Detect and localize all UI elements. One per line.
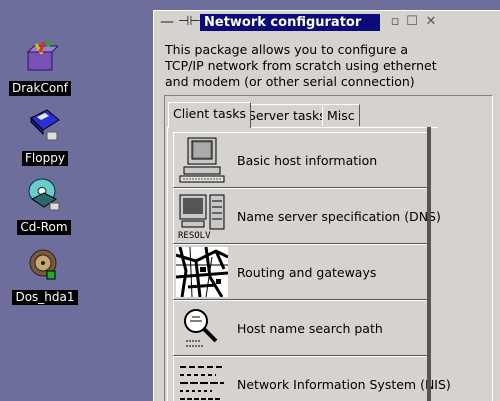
tab-server-tasks[interactable]: Server tasks — [243, 104, 331, 126]
desktop-icon-cdrom[interactable]: Cd-Rom — [9, 177, 79, 235]
harddisk-icon — [27, 247, 63, 283]
task-label: Network Information System (NIS) — [237, 377, 451, 392]
desktop-icon-drakconf[interactable]: DrakConf — [5, 38, 75, 96]
intro-text: This package allows you to configure a T… — [165, 42, 495, 90]
window-menu-icon[interactable]: — — [160, 14, 174, 30]
task-host-name-search-path[interactable]: Host name search path — [173, 300, 429, 356]
desktop-icon-label: Floppy — [22, 151, 68, 166]
intro-line: and modem (or other serial connection) — [165, 74, 415, 89]
map-icon — [175, 246, 229, 298]
title-bar[interactable]: — ⊣⊢ Network configurator ▫ ☐ ✕ — [154, 11, 500, 35]
cdrom-icon — [26, 177, 62, 213]
floppy-icon — [27, 108, 63, 144]
task-label: Basic host information — [237, 153, 378, 168]
network-configurator-window: — ⊣⊢ Network configurator ▫ ☐ ✕ This pac… — [153, 10, 500, 401]
task-label: Routing and gateways — [237, 265, 377, 280]
task-nis[interactable]: Network Information System (NIS) — [173, 356, 451, 401]
task-routing-and-gateways[interactable]: Routing and gateways — [173, 244, 429, 300]
intro-line: TCP/IP network from scratch using ethern… — [165, 58, 437, 73]
magnifier-icon — [176, 303, 228, 353]
desktop-icon-label: Dos_hda1 — [12, 290, 78, 305]
nis-icon — [176, 359, 228, 401]
resolv-icon-text: RESOLV — [178, 231, 211, 241]
tab-client-tasks[interactable]: Client tasks — [168, 102, 251, 128]
minimize-icon[interactable]: ▫ — [388, 14, 402, 29]
task-name-server-dns[interactable]: RESOLV Name server specification (DNS) — [173, 188, 441, 244]
intro-line: This package allows you to configure a — [165, 42, 409, 57]
tab-misc[interactable]: Misc — [322, 104, 360, 126]
computer-icon — [176, 135, 228, 185]
task-label: Name server specification (DNS) — [237, 209, 441, 224]
desktop-icon-label: DrakConf — [8, 81, 72, 96]
desktop-icon-label: Cd-Rom — [17, 220, 71, 235]
close-icon[interactable]: ✕ — [424, 14, 438, 29]
window-title: Network configurator — [200, 14, 380, 31]
drakconf-icon — [22, 38, 60, 74]
task-basic-host-information[interactable]: Basic host information — [173, 132, 429, 188]
resolv-icon: RESOLV — [176, 191, 228, 241]
desktop-icon-floppy[interactable]: Floppy — [10, 108, 80, 166]
task-label: Host name search path — [237, 321, 383, 336]
pin-icon[interactable]: ⊣⊢ — [178, 14, 201, 29]
desktop-icon-dos-hda1[interactable]: Dos_hda1 — [10, 247, 80, 305]
panel-edge — [427, 127, 431, 401]
maximize-icon[interactable]: ☐ — [405, 14, 419, 29]
